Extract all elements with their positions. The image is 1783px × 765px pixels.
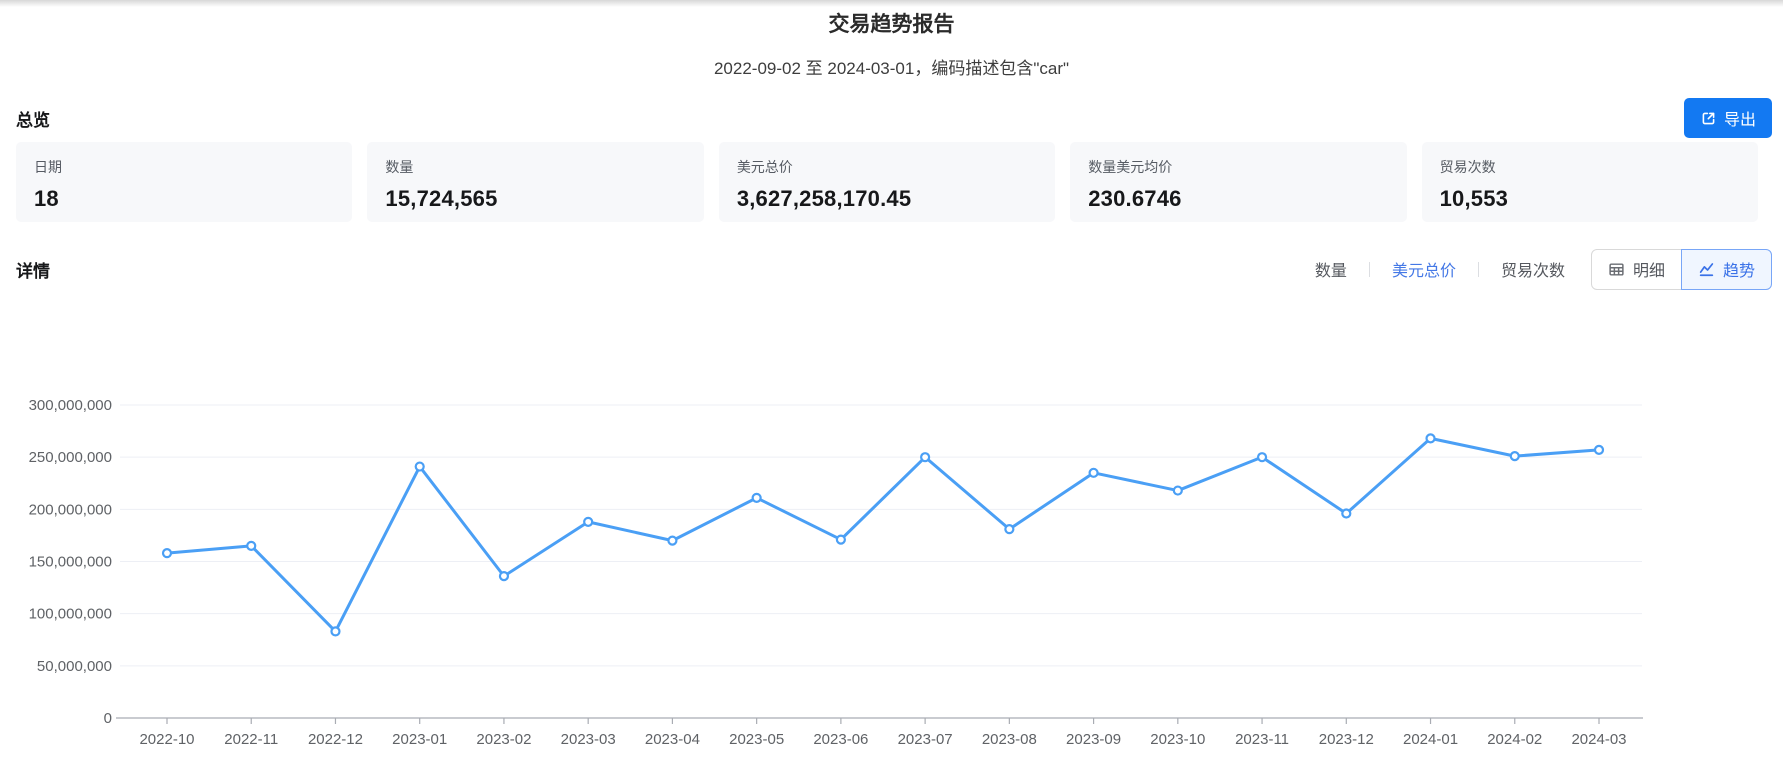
svg-text:50,000,000: 50,000,000 xyxy=(37,658,112,675)
overview-cards: 日期 18 数量 15,724,565 美元总价 3,627,258,170.4… xyxy=(16,142,1758,222)
detail-view-button[interactable]: 明细 xyxy=(1591,249,1682,290)
stat-value: 15,724,565 xyxy=(385,186,685,212)
svg-text:2024-03: 2024-03 xyxy=(1571,731,1626,748)
line-chart-icon xyxy=(1698,261,1715,278)
svg-text:2023-12: 2023-12 xyxy=(1319,731,1374,748)
trend-view-button[interactable]: 趋势 xyxy=(1681,249,1772,290)
svg-text:2022-12: 2022-12 xyxy=(308,731,363,748)
trend-chart-canvas: 0 50,000,000 100,000,000 150,000,000 200,000… xyxy=(0,330,1783,760)
stat-label: 数量美元均价 xyxy=(1088,157,1388,177)
stat-card-quantity: 数量 15,724,565 xyxy=(367,142,703,222)
svg-text:250,000,000: 250,000,000 xyxy=(29,449,112,466)
tab-trade-count[interactable]: 贸易次数 xyxy=(1501,257,1565,281)
svg-text:0: 0 xyxy=(104,710,112,727)
svg-text:2024-01: 2024-01 xyxy=(1403,731,1458,748)
svg-text:2022-10: 2022-10 xyxy=(139,731,194,748)
overview-heading: 总览 xyxy=(16,106,50,131)
stat-card-usd-total: 美元总价 3,627,258,170.45 xyxy=(719,142,1055,222)
view-toggle: 明细 趋势 xyxy=(1591,249,1772,290)
page-title: 交易趋势报告 xyxy=(0,8,1783,38)
svg-text:150,000,000: 150,000,000 xyxy=(29,554,112,571)
svg-text:2023-08: 2023-08 xyxy=(982,731,1037,748)
details-heading: 详情 xyxy=(16,257,50,282)
stat-label: 贸易次数 xyxy=(1440,157,1740,177)
stat-card-avg-usd-price: 数量美元均价 230.6746 xyxy=(1070,142,1406,222)
svg-text:2023-05: 2023-05 xyxy=(729,731,784,748)
svg-text:2023-03: 2023-03 xyxy=(561,731,616,748)
stat-value: 18 xyxy=(34,186,334,212)
svg-text:2023-04: 2023-04 xyxy=(645,731,700,748)
stat-label: 数量 xyxy=(385,157,685,177)
trend-chart: 0 50,000,000 100,000,000 150,000,000 200,000… xyxy=(0,330,1783,760)
report-header: 交易趋势报告 2022-09-02 至 2024-03-01，编码描述包含"ca… xyxy=(0,8,1783,79)
trade-trend-report-page: 交易趋势报告 2022-09-02 至 2024-03-01，编码描述包含"ca… xyxy=(0,0,1783,765)
export-button-label: 导出 xyxy=(1724,106,1756,130)
top-shadow xyxy=(0,0,1783,7)
details-header-row: 详情 数量 美元总价 贸易次数 明细 xyxy=(16,248,1772,290)
svg-text:2023-02: 2023-02 xyxy=(476,731,531,748)
export-button[interactable]: 导出 xyxy=(1684,98,1772,138)
stat-value: 3,627,258,170.45 xyxy=(737,186,1037,212)
stat-value: 10,553 xyxy=(1440,186,1740,212)
table-icon xyxy=(1608,261,1625,278)
details-controls: 数量 美元总价 贸易次数 明细 xyxy=(1315,249,1772,290)
page-subtitle: 2022-09-02 至 2024-03-01，编码描述包含"car" xyxy=(0,54,1783,79)
svg-text:2023-07: 2023-07 xyxy=(898,731,953,748)
tab-quantity[interactable]: 数量 xyxy=(1315,257,1347,281)
svg-text:2023-01: 2023-01 xyxy=(392,731,447,748)
stat-label: 日期 xyxy=(34,157,334,177)
svg-text:2023-10: 2023-10 xyxy=(1150,731,1205,748)
svg-text:2023-11: 2023-11 xyxy=(1235,731,1289,748)
stat-card-date: 日期 18 xyxy=(16,142,352,222)
detail-view-label: 明细 xyxy=(1633,257,1665,281)
overview-header-row: 总览 导出 xyxy=(16,98,1772,138)
svg-text:300,000,000: 300,000,000 xyxy=(29,397,112,414)
tab-separator xyxy=(1478,262,1479,277)
svg-text:2023-06: 2023-06 xyxy=(813,731,868,748)
svg-text:2024-02: 2024-02 xyxy=(1487,731,1542,748)
tab-usd-total[interactable]: 美元总价 xyxy=(1392,257,1456,281)
stat-label: 美元总价 xyxy=(737,157,1037,177)
stat-card-trade-count: 贸易次数 10,553 xyxy=(1422,142,1758,222)
tab-separator xyxy=(1369,262,1370,277)
export-icon xyxy=(1700,110,1717,127)
trend-view-label: 趋势 xyxy=(1723,257,1755,281)
stat-value: 230.6746 xyxy=(1088,186,1388,212)
svg-text:2022-11: 2022-11 xyxy=(224,731,278,748)
svg-text:200,000,000: 200,000,000 xyxy=(29,501,112,518)
svg-text:2023-09: 2023-09 xyxy=(1066,731,1121,748)
svg-text:100,000,000: 100,000,000 xyxy=(29,606,112,623)
metric-tabs: 数量 美元总价 贸易次数 xyxy=(1315,257,1565,281)
